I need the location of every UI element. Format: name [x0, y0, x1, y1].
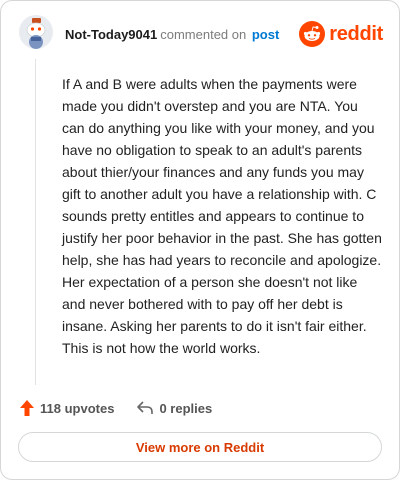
username[interactable]: Not-Today9041: [65, 27, 157, 42]
comment-header: Not-Today9041 commented on post reddit: [19, 15, 383, 55]
view-more-button[interactable]: View more on Reddit: [18, 432, 382, 462]
comment-body: If A and B were adults when the payments…: [62, 76, 382, 356]
reddit-logo-icon: [299, 21, 326, 47]
upvote-count: 118 upvotes: [40, 400, 115, 416]
thread-line: [35, 59, 36, 385]
reply-count: 0 replies: [159, 400, 213, 416]
post-link[interactable]: post: [252, 27, 279, 42]
reply-arrow-icon: [137, 401, 154, 414]
comment-actions: 118 upvotes 0 replies: [19, 397, 234, 419]
upvote-arrow-icon: [20, 400, 34, 416]
reddit-wordmark: reddit: [329, 22, 383, 45]
commented-label: commented on: [160, 27, 247, 42]
comment-card: Not-Today9041 commented on post reddit If…: [0, 0, 400, 480]
reddit-brand[interactable]: reddit: [299, 19, 383, 49]
upvote-button[interactable]: 118 upvotes: [19, 399, 114, 417]
user-avatar[interactable]: [19, 15, 53, 49]
reply-button[interactable]: 0 replies: [136, 400, 212, 416]
snoo-avatar-icon: [19, 15, 53, 49]
comment-meta: Not-Today9041 commented on post: [65, 27, 279, 42]
